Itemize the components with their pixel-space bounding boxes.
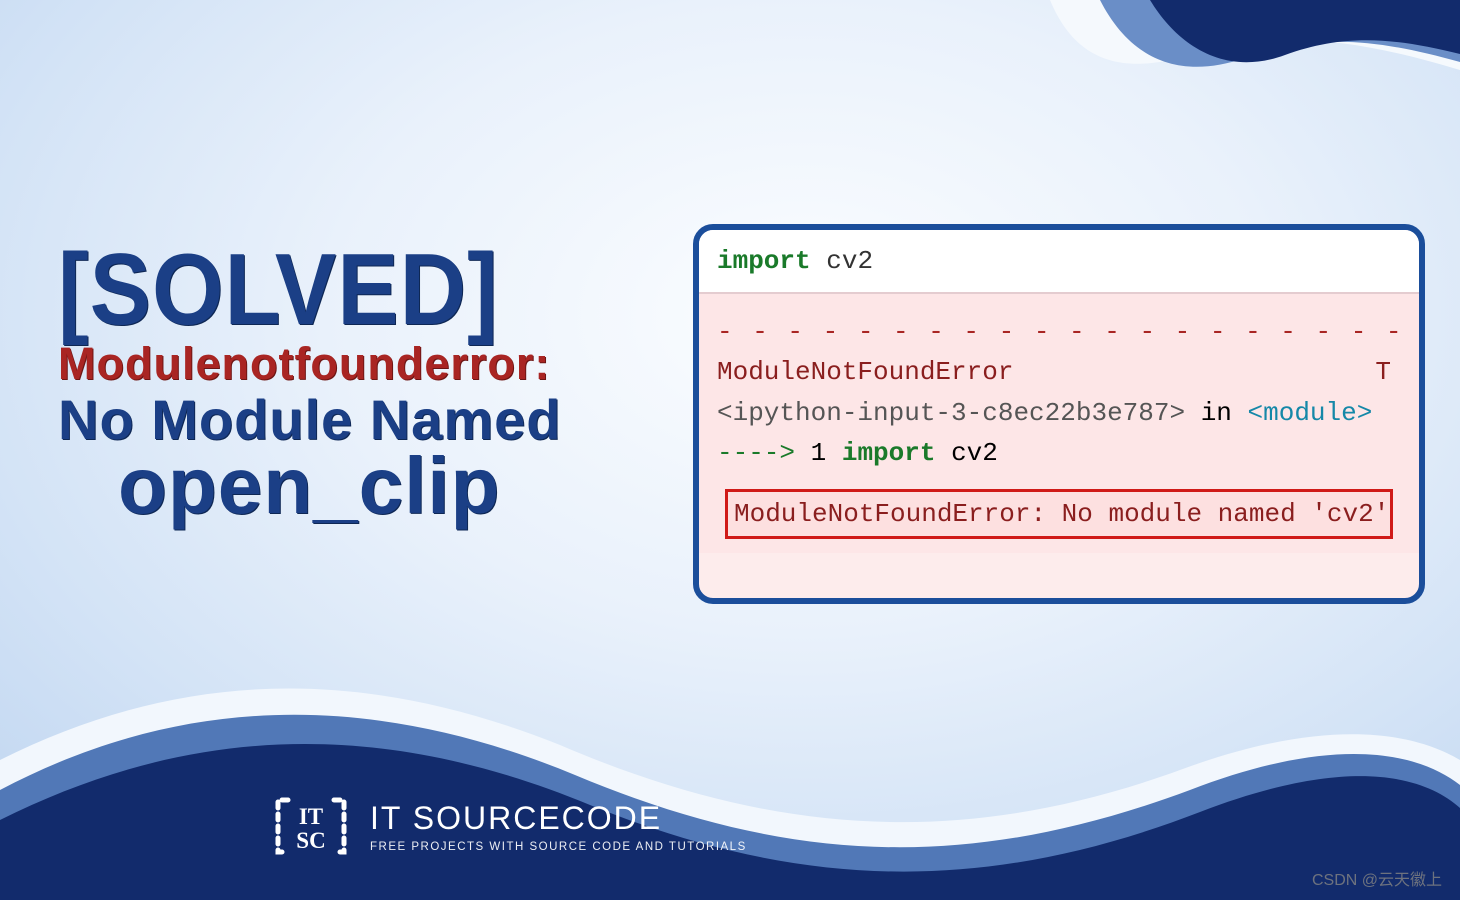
traceback-arrow: ---->	[717, 438, 795, 468]
footer-brand: IT SOURCECODE	[370, 800, 747, 837]
logo-mark-icon: IT SC	[270, 790, 352, 862]
import-module: cv2	[826, 246, 873, 276]
code-panel-input: import cv2	[699, 230, 1419, 294]
traceback-module-tag: <module>	[1248, 398, 1373, 428]
footer-tagline: FREE PROJECTS WITH SOURCE CODE AND TUTOR…	[370, 841, 747, 853]
headline-target: open_clip	[118, 446, 698, 526]
traceback-dashes: - - - - - - - - - - - - - - - - - - - - …	[717, 312, 1401, 352]
traceback-line-no: 1	[811, 438, 827, 468]
traceback-error-type: ModuleNotFoundError	[717, 357, 1013, 387]
code-panel: import cv2 - - - - - - - - - - - - - - -…	[693, 224, 1425, 604]
headline-solved: [SOLVED]	[58, 244, 698, 337]
svg-text:IT: IT	[299, 804, 323, 829]
traceback-trailing-letter: T	[1375, 352, 1391, 392]
traceback-in: in	[1201, 398, 1232, 428]
svg-text:SC: SC	[296, 828, 325, 853]
headline-nomodule: No Module Named	[58, 392, 698, 448]
traceback-import-mod: cv2	[951, 438, 998, 468]
traceback-final-error: ModuleNotFoundError: No module named 'cv…	[725, 489, 1393, 539]
headline-block: [SOLVED] Modulenotfounderror: No Module …	[58, 248, 698, 526]
traceback-ipy-input: <ipython-input-3-c8ec22b3e787>	[717, 398, 1185, 428]
slide-stage: [SOLVED] Modulenotfounderror: No Module …	[0, 0, 1460, 900]
headline-error: Modulenotfounderror:	[58, 341, 698, 386]
traceback-import-kw: import	[842, 438, 936, 468]
import-keyword: import	[717, 246, 811, 276]
footer-logo: IT SC IT SOURCECODE FREE PROJECTS WITH S…	[270, 790, 747, 862]
footer-logo-text: IT SOURCECODE FREE PROJECTS WITH SOURCE …	[370, 800, 747, 853]
corner-swoop	[0, 0, 1460, 230]
code-panel-traceback: - - - - - - - - - - - - - - - - - - - - …	[699, 294, 1419, 553]
watermark: CSDN @云天徽上	[1312, 866, 1442, 890]
